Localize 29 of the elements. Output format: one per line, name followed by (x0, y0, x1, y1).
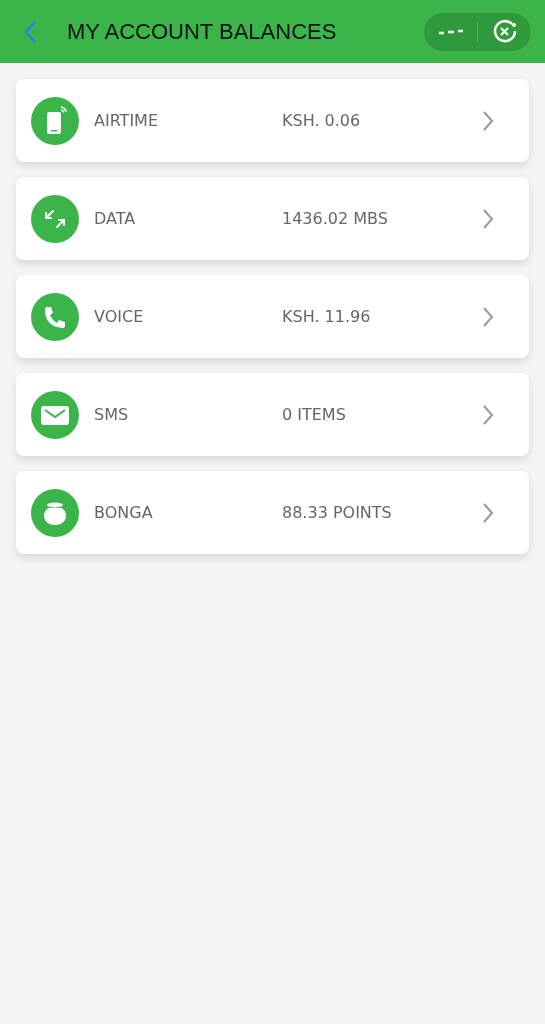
chevron-icon (482, 207, 494, 230)
chevron-icon (482, 403, 494, 426)
chevron-icon (482, 109, 494, 132)
page-title: MY ACCOUNT BALANCES (67, 18, 337, 46)
chevron-icon (482, 501, 494, 524)
balance-card[interactable]: VOICE KSH. 11.96 (16, 275, 529, 358)
close-icon (491, 18, 518, 45)
envelope-icon (31, 390, 79, 439)
balance-value: 88.33 POINTS (282, 501, 392, 524)
balance-card[interactable]: SMS 0 ITEMS (16, 373, 529, 456)
balance-label: AIRTIME (94, 109, 160, 132)
chevron-icon (482, 305, 494, 328)
balance-label: SMS (94, 403, 130, 426)
balance-label: BONGA (94, 501, 154, 524)
balance-card[interactable]: BONGA 88.33 POINTS (16, 471, 529, 554)
phone-handset-icon (31, 292, 79, 341)
balance-label: DATA (94, 207, 137, 230)
balance-value: KSH. 0.06 (282, 109, 361, 132)
balance-value: KSH. 11.96 (282, 305, 371, 328)
phone-icon (31, 96, 79, 145)
arrows-icon (31, 194, 79, 243)
balance-card[interactable]: DATA 1436.02 MBS (16, 177, 529, 260)
balance-value: 1436.02 MBS (282, 207, 388, 230)
balance-value: 0 ITEMS (282, 403, 346, 426)
balance-label: VOICE (94, 305, 145, 328)
pot-icon (31, 488, 79, 537)
more-icon (437, 28, 464, 35)
back-icon (23, 19, 37, 44)
balance-card[interactable]: AIRTIME KSH. 0.06 (16, 79, 529, 162)
